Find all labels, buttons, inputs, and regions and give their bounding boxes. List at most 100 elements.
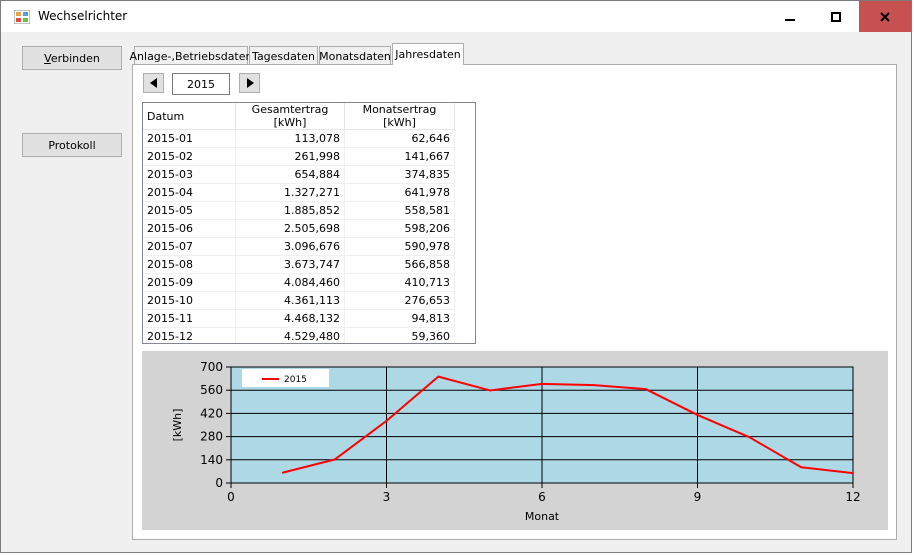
table-row[interactable]: 2015-05 1.885,852 558,581 bbox=[143, 201, 455, 220]
y-tick-label: 0 bbox=[215, 476, 223, 490]
cell-date: 2015-11 bbox=[143, 309, 236, 328]
table-row[interactable]: 2015-02 261,998 141,667 bbox=[143, 147, 455, 166]
minimize-button[interactable] bbox=[767, 1, 812, 32]
log-button[interactable]: Protokoll bbox=[22, 133, 122, 157]
cell-monthly-yield: 566,858 bbox=[344, 255, 455, 274]
tab-monthly-data[interactable]: Monatsdaten bbox=[319, 46, 391, 66]
data-point bbox=[541, 382, 543, 385]
data-point bbox=[437, 375, 440, 378]
minimize-icon bbox=[784, 18, 795, 21]
close-button[interactable] bbox=[859, 1, 911, 32]
window-title: Wechselrichter bbox=[38, 9, 128, 23]
cell-monthly-yield: 62,646 bbox=[344, 129, 455, 148]
title-bar[interactable]: Wechselrichter bbox=[1, 1, 911, 32]
previous-year-button[interactable] bbox=[143, 73, 164, 93]
cell-total-yield: 654,884 bbox=[235, 165, 345, 184]
cell-monthly-yield: 374,835 bbox=[344, 165, 455, 184]
cell-date: 2015-03 bbox=[143, 165, 236, 184]
maximize-icon bbox=[830, 11, 841, 22]
maximize-button[interactable] bbox=[813, 1, 858, 32]
y-tick-label: 560 bbox=[200, 383, 223, 397]
table-row[interactable]: 2015-12 4.529,480 59,360 bbox=[143, 327, 455, 343]
cell-monthly-yield: 276,653 bbox=[344, 291, 455, 310]
cell-monthly-yield: 410,713 bbox=[344, 273, 455, 292]
cell-total-yield: 1.885,852 bbox=[235, 201, 345, 220]
cell-date: 2015-05 bbox=[143, 201, 236, 220]
connect-button[interactable]: Verbinden bbox=[22, 46, 122, 70]
x-tick-label: 3 bbox=[383, 490, 391, 504]
column-header-total-yield[interactable]: Gesamtertrag [kWh] bbox=[235, 103, 345, 130]
cell-monthly-yield: 94,813 bbox=[344, 309, 455, 328]
x-tick-label: 6 bbox=[538, 490, 546, 504]
table-row[interactable]: 2015-04 1.327,271 641,978 bbox=[143, 183, 455, 202]
year-value: 2015 bbox=[187, 77, 215, 91]
tab-label: Anlage-,Betriebsdaten bbox=[129, 50, 253, 63]
cell-date: 2015-12 bbox=[143, 327, 236, 343]
table-row[interactable]: 2015-03 654,884 374,835 bbox=[143, 165, 455, 184]
log-button-label: Protokoll bbox=[48, 138, 96, 152]
tab-daily-data[interactable]: Tagesdaten bbox=[249, 46, 318, 66]
cell-date: 2015-01 bbox=[143, 129, 236, 148]
x-tick-label: 0 bbox=[227, 490, 235, 504]
data-point bbox=[696, 413, 699, 416]
y-tick-label: 420 bbox=[200, 406, 223, 420]
cell-monthly-yield: 141,667 bbox=[344, 147, 455, 166]
cell-total-yield: 3.673,747 bbox=[235, 255, 345, 274]
cell-total-yield: 4.084,460 bbox=[235, 273, 345, 292]
cell-total-yield: 4.361,113 bbox=[235, 291, 345, 310]
x-tick-label: 9 bbox=[694, 490, 702, 504]
next-year-button[interactable] bbox=[239, 73, 260, 93]
cell-date: 2015-09 bbox=[143, 273, 236, 292]
cell-total-yield: 4.529,480 bbox=[235, 327, 345, 343]
tab-yearly-data[interactable]: Jahresdaten bbox=[392, 43, 464, 65]
column-header-monthly-yield[interactable]: Monatsertrag [kWh] bbox=[344, 103, 455, 130]
cell-total-yield: 1.327,271 bbox=[235, 183, 345, 202]
cell-date: 2015-08 bbox=[143, 255, 236, 274]
connect-button-label: Verbinden bbox=[44, 51, 100, 65]
y-tick-label: 700 bbox=[200, 360, 223, 374]
table-row[interactable]: 2015-01 113,078 62,646 bbox=[143, 129, 455, 148]
data-point bbox=[644, 388, 647, 391]
year-field[interactable]: 2015 bbox=[172, 73, 230, 95]
x-axis-label: Monat bbox=[525, 510, 560, 523]
close-icon bbox=[880, 11, 890, 22]
legend-label: 2015 bbox=[284, 375, 307, 385]
y-axis-label: [kWh] bbox=[171, 409, 184, 442]
data-point bbox=[748, 436, 751, 439]
data-point bbox=[592, 384, 595, 387]
main-window: Wechselrichter Verbinden Protokoll Anlag… bbox=[0, 0, 912, 553]
table-row[interactable]: 2015-07 3.096,676 590,978 bbox=[143, 237, 455, 256]
tab-label: Monatsdaten bbox=[319, 50, 391, 63]
table-row[interactable]: 2015-11 4.468,132 94,813 bbox=[143, 309, 455, 328]
cell-total-yield: 3.096,676 bbox=[235, 237, 345, 256]
cell-date: 2015-07 bbox=[143, 237, 236, 256]
triangle-right-icon bbox=[246, 78, 254, 88]
cell-total-yield: 2.505,698 bbox=[235, 219, 345, 238]
tab-label: Tagesdaten bbox=[252, 50, 315, 63]
tab-plant-operating-data[interactable]: Anlage-,Betriebsdaten bbox=[130, 46, 253, 66]
cell-monthly-yield: 590,978 bbox=[344, 237, 455, 256]
yearly-data-grid[interactable]: Datum Gesamtertrag [kWh] Monatsertrag [k… bbox=[142, 102, 476, 344]
column-header-date[interactable]: Datum bbox=[143, 103, 236, 130]
data-point bbox=[281, 471, 284, 474]
cell-date: 2015-06 bbox=[143, 219, 236, 238]
data-point bbox=[800, 466, 803, 469]
table-row[interactable]: 2015-10 4.361,113 276,653 bbox=[143, 291, 455, 310]
cell-monthly-yield: 59,360 bbox=[344, 327, 455, 343]
y-tick-label: 140 bbox=[200, 453, 223, 467]
table-row[interactable]: 2015-06 2.505,698 598,206 bbox=[143, 219, 455, 238]
data-point bbox=[385, 419, 388, 422]
tab-label: Jahresdaten bbox=[395, 48, 461, 61]
table-row[interactable]: 2015-09 4.084,460 410,713 bbox=[143, 273, 455, 292]
cell-total-yield: 4.468,132 bbox=[235, 309, 345, 328]
cell-date: 2015-02 bbox=[143, 147, 236, 166]
table-row[interactable]: 2015-08 3.673,747 566,858 bbox=[143, 255, 455, 274]
triangle-left-icon bbox=[149, 78, 157, 88]
cell-date: 2015-10 bbox=[143, 291, 236, 310]
cell-total-yield: 113,078 bbox=[235, 129, 345, 148]
cell-date: 2015-04 bbox=[143, 183, 236, 202]
data-point bbox=[333, 458, 336, 461]
table-header-row: Datum Gesamtertrag [kWh] Monatsertrag [k… bbox=[143, 103, 455, 130]
app-icon bbox=[13, 9, 31, 25]
cell-total-yield: 261,998 bbox=[235, 147, 345, 166]
